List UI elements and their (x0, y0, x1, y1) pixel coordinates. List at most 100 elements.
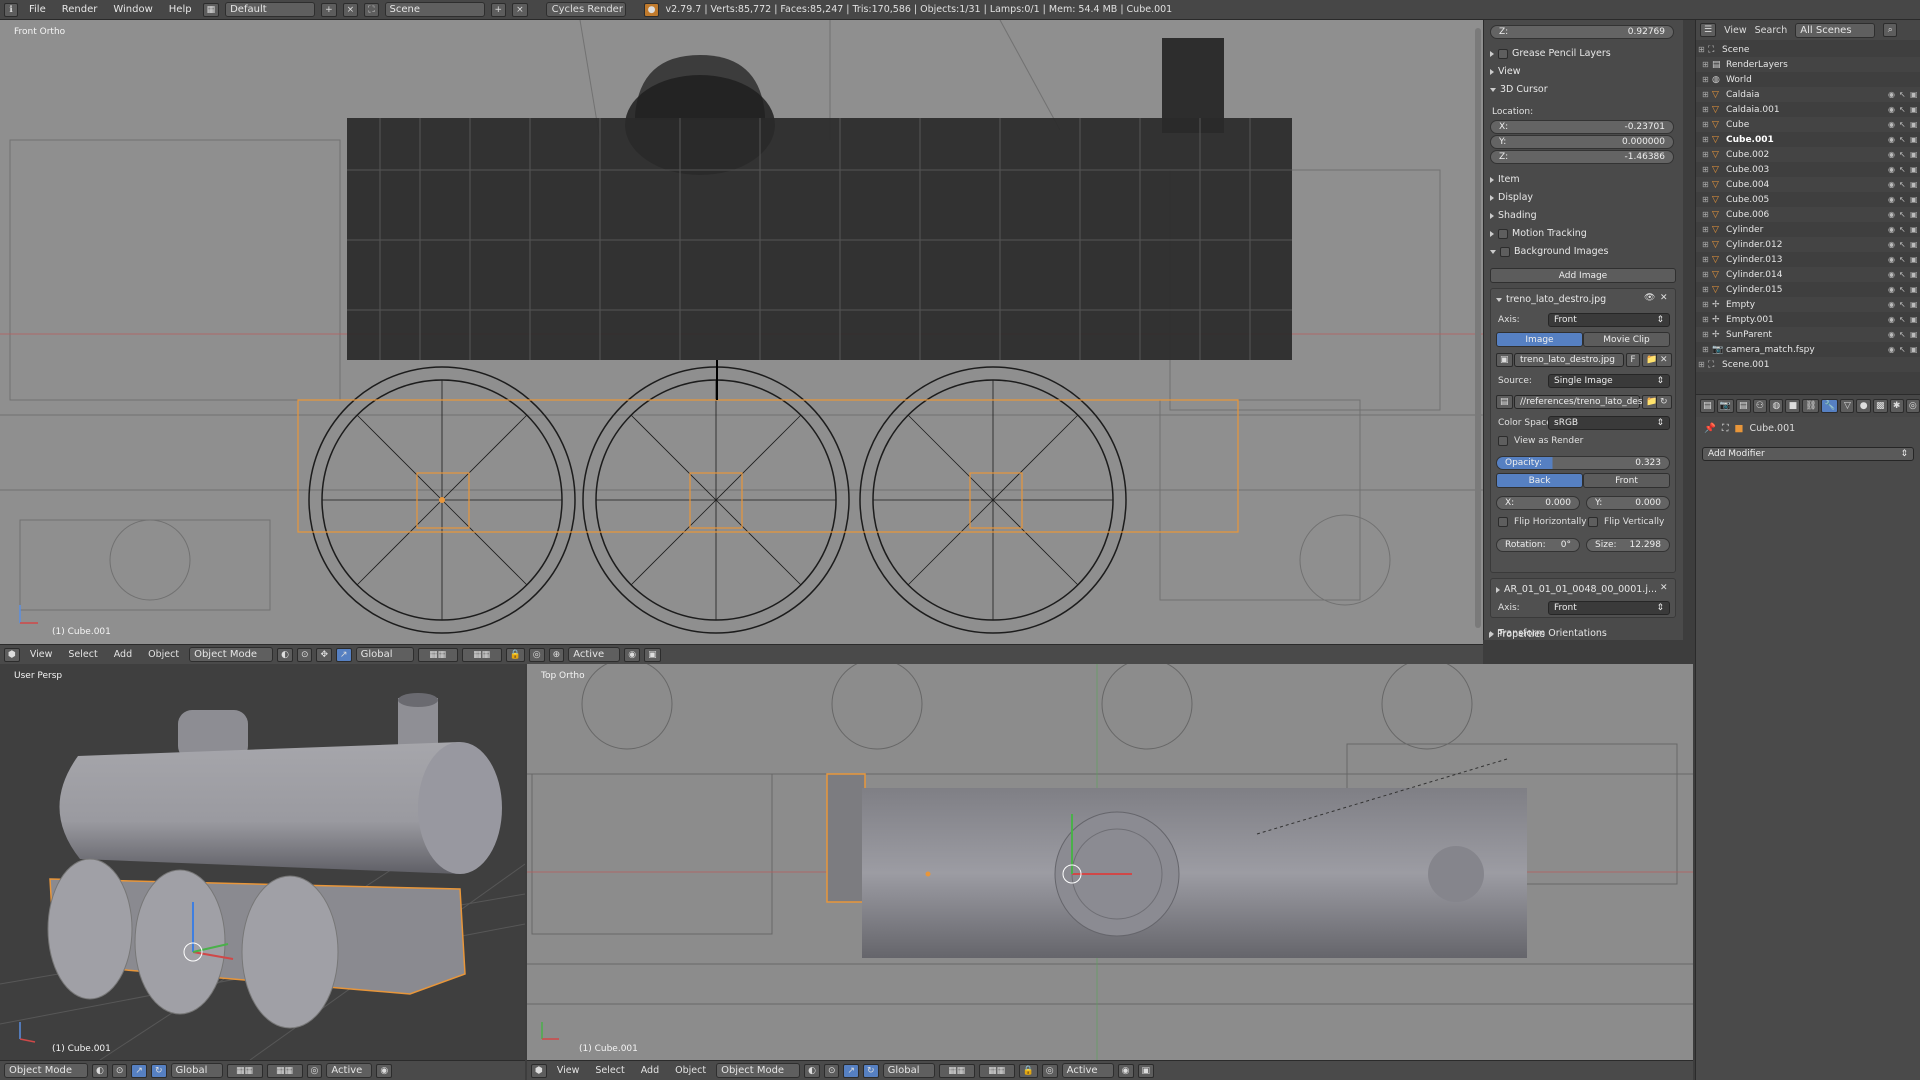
outliner-item[interactable]: ⊞ ▤ RenderLayers (1696, 57, 1920, 72)
modifiers-tab-icon[interactable]: 🔧 (1821, 399, 1839, 413)
scene-tab-icon[interactable]: ⚇ (1752, 399, 1768, 413)
menu-help[interactable]: Help (164, 4, 197, 15)
scene-add-icon[interactable]: + (490, 2, 507, 17)
cursor-icon[interactable]: ↖ (1899, 180, 1910, 189)
expand-toggle-icon[interactable]: ⊞ (1702, 270, 1712, 279)
image-browse-icon[interactable]: ▣ (1496, 353, 1513, 367)
size-field[interactable]: Size: 12.298 (1586, 538, 1670, 552)
outliner-item[interactable]: ⊞ ▽ Cube.002 ◉ ↖ ▣ (1696, 147, 1920, 162)
cursor-icon[interactable]: ↖ (1899, 90, 1910, 99)
expand-toggle-icon[interactable]: ⊞ (1702, 315, 1712, 324)
camera-render-icon[interactable]: ▣ (1910, 240, 1920, 249)
orientation-selector[interactable]: Global (355, 647, 414, 662)
cursor-icon[interactable]: ↖ (1899, 135, 1910, 144)
section-properties[interactable]: Properties (1489, 629, 1545, 640)
scene-selector[interactable]: Scene (384, 2, 485, 17)
depth-back-button[interactable]: Back (1496, 473, 1583, 488)
source-selector[interactable]: Single Image ⇕ (1548, 374, 1670, 388)
section-3d-cursor[interactable]: 3D Cursor (1490, 84, 1548, 95)
camera-render-icon[interactable]: ▣ (1910, 165, 1920, 174)
eye-icon[interactable]: ◉ (1888, 330, 1899, 339)
expand-toggle-icon[interactable]: ⊞ (1702, 240, 1712, 249)
cursor-icon[interactable]: ↖ (1899, 330, 1910, 339)
eye-icon[interactable]: ◉ (1888, 135, 1899, 144)
axis-selector[interactable]: Front ⇕ (1548, 313, 1670, 327)
eye-icon[interactable]: ◉ (1888, 120, 1899, 129)
top-menu-add[interactable]: Add (635, 1065, 665, 1076)
persp-proportional-icon[interactable]: ◎ (306, 1063, 323, 1078)
tab-movie-clip[interactable]: Movie Clip (1583, 332, 1670, 347)
lock-icon[interactable]: 🔒 (505, 647, 525, 662)
persp-snap-selector[interactable]: Active (326, 1063, 373, 1078)
eye-icon[interactable]: ◉ (1888, 150, 1899, 159)
expand-toggle-icon[interactable]: ⊞ (1702, 150, 1712, 159)
eye-icon[interactable]: ◉ (1888, 270, 1899, 279)
top-translate-icon[interactable]: ↗ (843, 1063, 860, 1078)
persp-rotate-icon[interactable]: ↻ (150, 1063, 167, 1078)
flip-horizontally-checkbox[interactable] (1498, 517, 1508, 527)
scene-remove-icon[interactable]: × (512, 2, 528, 17)
cursor-icon[interactable]: ↖ (1899, 270, 1910, 279)
flip-horizontally-toggle[interactable]: Flip Horizontally (1498, 517, 1587, 527)
outliner-item[interactable]: ⊞ ▽ Cube.004 ◉ ↖ ▣ (1696, 177, 1920, 192)
section-display[interactable]: Display (1490, 192, 1533, 203)
viewport-top-ortho[interactable]: Top Ortho (1) Cube.001 (527, 664, 1693, 1060)
outliner-item[interactable]: ⊞ ◍ World (1696, 72, 1920, 87)
cursor-icon[interactable]: ↖ (1899, 105, 1910, 114)
layout-remove-icon[interactable]: × (342, 2, 359, 17)
expand-toggle-icon[interactable]: ⊞ (1702, 165, 1712, 174)
grease-pencil-checkbox[interactable] (1498, 48, 1508, 59)
expand-toggle-icon[interactable]: ⊞ (1702, 90, 1712, 99)
top-proportional-icon[interactable]: ◎ (1041, 1063, 1058, 1078)
render-preview-icon[interactable]: ◉ (624, 647, 641, 662)
expand-toggle-icon[interactable]: ⊞ (1702, 300, 1712, 309)
outliner-editor-icon[interactable]: ☰ (1700, 23, 1717, 37)
outliner-item[interactable]: ⊞ ▽ Cylinder.014 ◉ ↖ ▣ (1696, 267, 1920, 282)
data-tab-icon[interactable]: ▽ (1840, 399, 1855, 413)
properties-editor-icon[interactable]: ▤ (1700, 399, 1715, 413)
camera-render-icon[interactable]: ▣ (1910, 345, 1920, 354)
search-icon[interactable]: ⌕ (1883, 23, 1898, 37)
layout-selector[interactable]: Default (225, 2, 316, 17)
camera-render-icon[interactable]: ▣ (1910, 225, 1920, 234)
close-icon[interactable]: ✕ (1660, 293, 1668, 303)
offset-y-field[interactable]: Y: 0.000 (1586, 496, 1670, 510)
outliner-item[interactable]: ⊞ ▽ Caldaia ◉ ↖ ▣ (1696, 87, 1920, 102)
cursor-icon[interactable]: ↖ (1899, 225, 1910, 234)
eye-icon[interactable]: ◉ (1888, 180, 1899, 189)
cursor-icon[interactable]: ↖ (1899, 150, 1910, 159)
outliner-item[interactable]: ⊞ ⛶ Scene.001 (1696, 357, 1920, 372)
outliner-item[interactable]: ⊞ ▽ Cube.003 ◉ ↖ ▣ (1696, 162, 1920, 177)
rotation-field[interactable]: Rotation: 0° (1496, 538, 1580, 552)
top-camera-icon[interactable]: ▣ (1137, 1063, 1155, 1078)
eye-icon[interactable]: ◉ (1888, 255, 1899, 264)
render-tab-icon[interactable]: 📷 (1716, 399, 1734, 413)
menu-add[interactable]: Add (108, 649, 138, 660)
bg-image-2-header[interactable]: AR_01_01_01_0048_00_0001.j... (1496, 584, 1657, 595)
render-engine-selector[interactable]: Cycles Render (545, 2, 626, 17)
z-top-field[interactable]: Z: 0.92769 (1490, 25, 1674, 39)
add-modifier-dropdown[interactable]: Add Modifier ⇕ (1702, 447, 1914, 461)
camera-render-icon[interactable]: ▣ (1910, 315, 1920, 324)
camera-render-icon[interactable]: ▣ (1910, 120, 1920, 129)
world-tab-icon[interactable]: ◍ (1769, 399, 1784, 413)
camera-render-icon[interactable]: ▣ (1910, 270, 1920, 279)
camera-render-icon[interactable]: ▣ (1910, 285, 1920, 294)
persp-orientation-selector[interactable]: Global (170, 1063, 223, 1078)
cursor-icon[interactable]: ↖ (1899, 345, 1910, 354)
persp-layers2-icon[interactable]: ▦▦ (266, 1063, 303, 1078)
expand-toggle-icon[interactable]: ⊞ (1702, 75, 1712, 84)
proportional-icon[interactable]: ◎ (528, 647, 545, 662)
persp-render-icon[interactable]: ◉ (376, 1063, 393, 1078)
outliner-item[interactable]: ⊞ ▽ Caldaia.001 ◉ ↖ ▣ (1696, 102, 1920, 117)
outliner-item[interactable]: ⊞ ✢ Empty ◉ ↖ ▣ (1696, 297, 1920, 312)
persp-translate-icon[interactable]: ↗ (131, 1063, 147, 1078)
outliner-item[interactable]: ⊞ ⛶ Scene (1696, 42, 1920, 57)
expand-toggle-icon[interactable]: ⊞ (1702, 255, 1712, 264)
top-pivot-icon[interactable]: ⊙ (823, 1063, 840, 1078)
cursor-x-field[interactable]: X: -0.23701 (1490, 120, 1674, 134)
expand-toggle-icon[interactable]: ⊞ (1702, 105, 1712, 114)
image-name-field[interactable]: treno_lato_destro.jpg (1514, 353, 1624, 367)
persp-layers-icon[interactable]: ▦▦ (226, 1063, 263, 1078)
persp-mode-selector[interactable]: Object Mode (4, 1063, 88, 1078)
